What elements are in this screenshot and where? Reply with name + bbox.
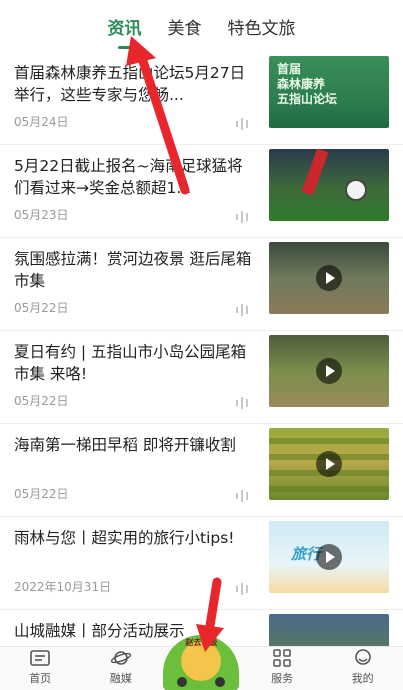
nav-profile[interactable]: 我的	[322, 647, 403, 690]
nav-label: 首页	[29, 672, 52, 685]
news-thumbnail	[269, 242, 389, 314]
audio-icon[interactable]	[236, 583, 252, 595]
news-title: 夏日有约 | 五指山市小岛公园尾箱市集 来咯!	[14, 343, 247, 383]
audio-icon[interactable]	[236, 304, 252, 316]
nav-home[interactable]: 首页	[0, 647, 81, 690]
tab-news[interactable]: 资讯	[106, 8, 144, 45]
news-list: 首届森林康养五指山论坛5月27日举行，这些专家与您畅... 05月24日 首届 …	[0, 52, 403, 646]
audio-icon[interactable]	[236, 211, 252, 223]
nav-center-mascot[interactable]: 赵去吃饭	[161, 635, 242, 690]
news-date: 05月22日	[14, 394, 69, 408]
top-tabs: 资讯 美食 特色文旅	[0, 0, 403, 52]
nav-label: 我的	[351, 672, 374, 685]
user-icon	[354, 649, 371, 665]
news-thumbnail	[269, 149, 389, 221]
thumbnail-caption: 首届 森林康养 五指山论坛	[277, 62, 338, 106]
nav-media[interactable]: 融媒	[81, 647, 162, 690]
audio-icon[interactable]	[236, 397, 252, 409]
planet-icon	[110, 651, 132, 665]
play-icon[interactable]	[316, 451, 342, 477]
news-title: 首届森林康养五指山论坛5月27日举行，这些专家与您畅...	[14, 64, 246, 104]
mascot-badge: 赵去吃饭	[185, 638, 218, 647]
news-item[interactable]: 雨林与您丨超实用的旅行小tips! 2022年10月31日 旅行	[0, 517, 403, 610]
news-date: 05月22日	[14, 301, 69, 315]
news-date: 05月22日	[14, 487, 69, 501]
grid-icon	[273, 649, 291, 667]
news-item[interactable]: 氛围感拉满！赏河边夜景 逛后尾箱市集 05月22日	[0, 238, 403, 331]
tab-food[interactable]: 美食	[166, 8, 204, 45]
news-thumbnail	[269, 614, 389, 646]
nav-label: 融媒	[109, 672, 132, 685]
news-title: 氛围感拉满！赏河边夜景 逛后尾箱市集	[14, 250, 252, 290]
football-icon	[345, 179, 367, 201]
tab-culture-travel[interactable]: 特色文旅	[226, 8, 298, 45]
audio-icon[interactable]	[236, 490, 252, 502]
news-title: 海南第一梯田早稻 即将开镰收割	[14, 436, 236, 454]
play-icon[interactable]	[316, 358, 342, 384]
play-icon[interactable]	[316, 265, 342, 291]
player-leg-image	[301, 149, 329, 196]
bottom-nav: 首页 融媒 赵去吃饭 服务 我的	[0, 635, 403, 690]
news-item[interactable]: 夏日有约 | 五指山市小岛公园尾箱市集 来咯! 05月22日	[0, 331, 403, 424]
news-item[interactable]: 首届森林康养五指山论坛5月27日举行，这些专家与您畅... 05月24日 首届 …	[0, 52, 403, 145]
news-date: 2022年10月31日	[14, 580, 112, 594]
mascot-icon[interactable]: 赵去吃饭	[163, 635, 240, 690]
nav-service[interactable]: 服务	[242, 647, 323, 690]
news-date: 05月24日	[14, 115, 69, 129]
play-icon[interactable]	[316, 544, 342, 570]
news-thumbnail	[269, 428, 389, 500]
news-date: 05月23日	[14, 208, 69, 222]
news-thumbnail: 旅行	[269, 521, 389, 593]
news-item[interactable]: 5月22日截止报名~海南足球猛将们看过来→奖金总额超1... 05月23日	[0, 145, 403, 238]
newspaper-icon	[30, 650, 51, 666]
news-thumbnail	[269, 335, 389, 407]
news-title: 雨林与您丨超实用的旅行小tips!	[14, 529, 235, 547]
audio-icon[interactable]	[236, 118, 252, 130]
news-thumbnail: 首届 森林康养 五指山论坛	[269, 56, 389, 128]
news-item[interactable]: 海南第一梯田早稻 即将开镰收割 05月22日	[0, 424, 403, 517]
nav-label: 服务	[271, 672, 294, 685]
news-title: 5月22日截止报名~海南足球猛将们看过来→奖金总额超1...	[14, 157, 243, 197]
